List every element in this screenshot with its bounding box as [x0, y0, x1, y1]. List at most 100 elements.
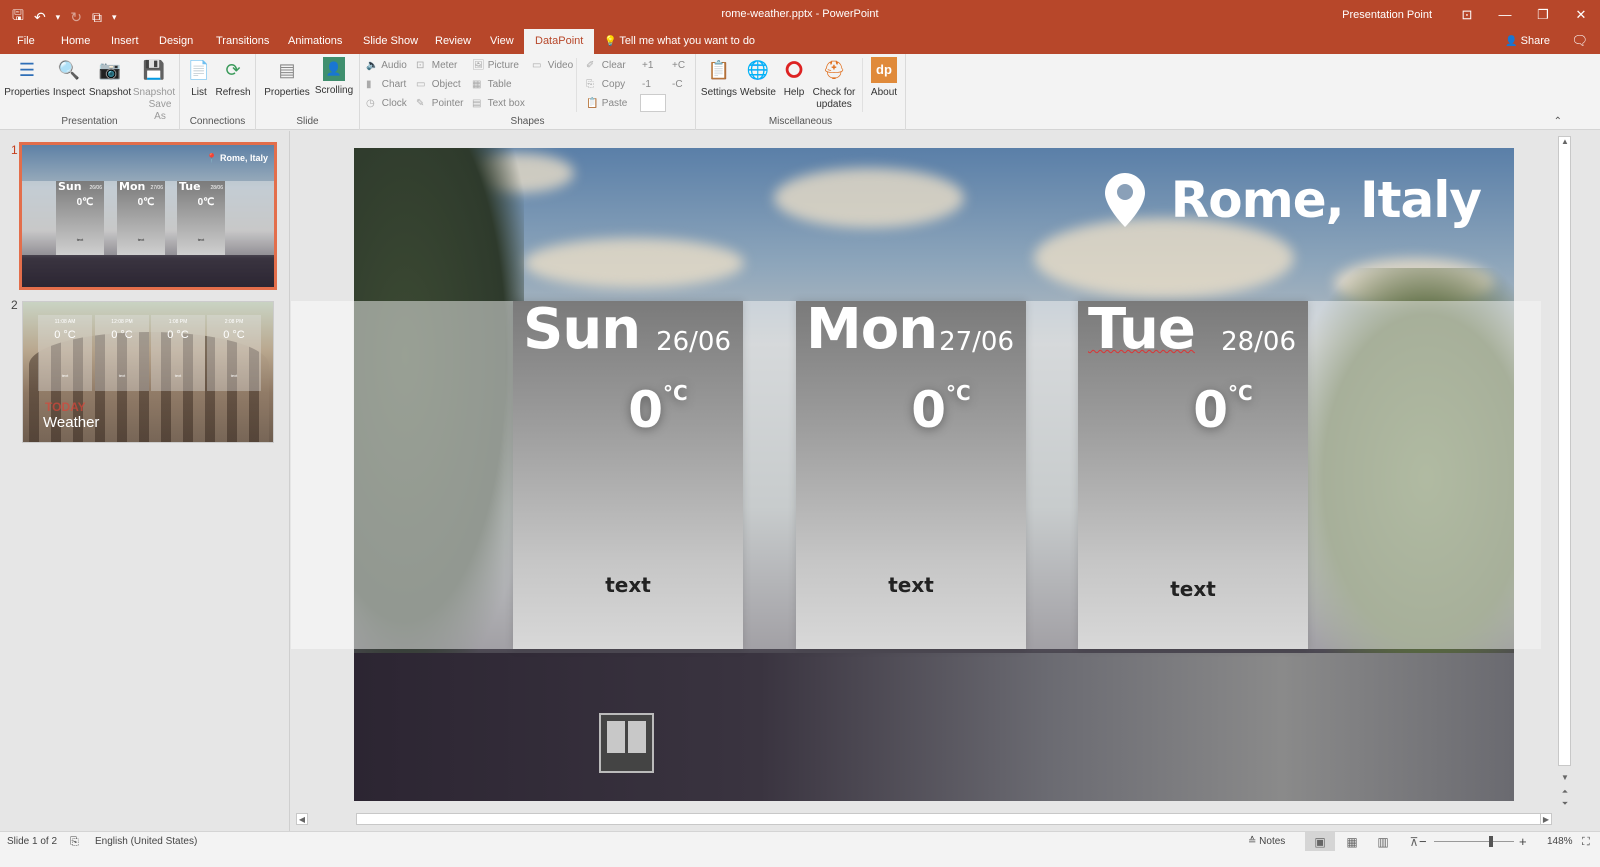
value-input-box[interactable] — [640, 94, 666, 112]
scroll-right-arrow-icon[interactable]: ▶ — [1540, 813, 1552, 825]
group-presentation: ☰ Properties 🔍 Inspect 📷 Snapshot 💾 Snap… — [0, 54, 180, 130]
decrement-button[interactable]: -1 — [642, 79, 651, 90]
share-button[interactable]: 👤 Share — [1505, 29, 1550, 54]
account-name[interactable]: Presentation Point — [1342, 9, 1432, 21]
notes-button[interactable]: ≙ Notes — [1248, 836, 1285, 847]
scroll-left-arrow-icon[interactable]: ◀ — [296, 813, 308, 825]
horizontal-scroll-thumb[interactable] — [356, 813, 1546, 825]
inspect-icon: 🔍 — [57, 60, 81, 80]
help-button[interactable]: ⭘ Help — [778, 57, 810, 99]
inspect-button[interactable]: 🔍 Inspect — [50, 57, 88, 99]
website-button[interactable]: 🌐 Website — [738, 57, 778, 99]
scroll-up-arrow-icon[interactable]: ▲ — [1559, 137, 1571, 146]
paste-button[interactable]: 📋 Paste — [586, 98, 627, 109]
day-card-tue[interactable]: Tue 28/06 0°C text — [1078, 297, 1308, 649]
tab-design[interactable]: Design — [150, 29, 202, 54]
tab-slide-show[interactable]: Slide Show — [354, 29, 427, 54]
table-button[interactable]: ▦ Table — [472, 79, 512, 90]
video-button[interactable]: ▭ Video — [532, 60, 573, 71]
thumbnail-hour-card: 12:08 PM 0 °C text — [95, 315, 149, 391]
tab-animations[interactable]: Animations — [279, 29, 351, 54]
copy-button[interactable]: ⎘ Copy — [586, 79, 625, 90]
check-for-updates-button[interactable]: ⛑ Check for updates — [810, 57, 858, 111]
tab-file[interactable]: File — [8, 29, 44, 54]
thumbnail-today-label: TODAY — [45, 400, 86, 414]
list-button[interactable]: 📄 List — [186, 57, 212, 99]
comments-icon[interactable]: 🗨 — [1571, 29, 1588, 54]
object-button[interactable]: ▭ Object — [416, 79, 461, 90]
scroll-down-arrow-icon[interactable]: ▼ — [1559, 773, 1571, 782]
previous-slide-icon[interactable]: ⏶ — [1559, 787, 1571, 797]
refresh-button[interactable]: ⟳ Refresh — [214, 57, 252, 99]
close-button[interactable]: ✕ — [1562, 7, 1600, 23]
hard-hat-icon: ⛑ — [822, 60, 846, 80]
tab-transitions[interactable]: Transitions — [207, 29, 278, 54]
temp-value: 0 — [1193, 381, 1229, 439]
thumbnail-text: text — [137, 237, 145, 242]
list-icon: 📄 — [187, 60, 211, 80]
slide-thumbnail-1[interactable]: 📍 Rome, Italy Sun 26/06 0℃ text Mon 27/0… — [19, 142, 277, 290]
presentation-properties-button[interactable]: ☰ Properties — [4, 57, 50, 99]
zoom-level[interactable]: 148% — [1547, 836, 1573, 847]
thumbnail-date: 27/06 — [150, 185, 163, 191]
copy-icon: ⎘ — [586, 79, 594, 90]
meter-button[interactable]: ⊡ Meter — [416, 60, 457, 71]
tab-datapoint[interactable]: DataPoint — [524, 29, 595, 54]
object-icon: ▭ — [416, 79, 426, 90]
tell-me-search[interactable]: 💡 Tell me what you want to do — [604, 29, 755, 54]
chart-icon: ▮ — [366, 79, 372, 90]
group-label: Slide — [296, 116, 319, 127]
ribbon-display-options-icon[interactable]: ⊡ — [1448, 7, 1486, 23]
slide-number: 2 — [11, 298, 18, 312]
increment-c-button[interactable]: +C — [672, 60, 685, 71]
normal-view-icon[interactable]: ▣ — [1305, 832, 1335, 852]
clock-button[interactable]: ◷ Clock — [366, 98, 407, 109]
decrement-c-button[interactable]: -C — [672, 79, 683, 90]
slide-editing-area: Sun 26/06 0°C text Mon 27/06 0°C text Tu… — [291, 131, 1553, 811]
scrolling-button[interactable]: 👤 Scrolling — [312, 57, 356, 97]
about-button[interactable]: dp About — [866, 57, 902, 99]
location-header[interactable]: Rome, Italy — [1104, 171, 1482, 229]
zoom-slider[interactable] — [1434, 836, 1514, 847]
vertical-scroll-track[interactable] — [1558, 136, 1571, 766]
thumbnail-day-card: Sun 26/06 0℃ text — [56, 180, 104, 255]
picture-icon: 🖼 — [472, 60, 485, 71]
clear-button[interactable]: ✐ Clear — [586, 60, 626, 71]
minimize-button[interactable]: — — [1486, 7, 1524, 22]
group-label: Connections — [189, 116, 246, 127]
tab-review[interactable]: Review — [426, 29, 480, 54]
restore-button[interactable]: ❐ — [1524, 7, 1562, 23]
spelling-check-icon[interactable]: ⎘ — [70, 836, 79, 849]
tab-view[interactable]: View — [481, 29, 523, 54]
day-card-sun[interactable]: Sun 26/06 0°C text — [513, 297, 743, 649]
snapshot-save-as-button[interactable]: 💾 Snapshot Save As — [132, 57, 176, 123]
audio-button[interactable]: 🔈 Audio — [366, 60, 407, 71]
slide-thumbnail-2[interactable]: 11:08 AM 0 °C text 12:08 PM 0 °C text 1:… — [22, 301, 274, 443]
button-label: Text box — [487, 98, 525, 109]
chart-button[interactable]: ▮ Chart — [366, 79, 406, 90]
snapshot-button[interactable]: 📷 Snapshot — [88, 57, 132, 99]
horizontal-scrollbar[interactable]: ◀ ▶ — [296, 811, 1552, 827]
text-box-button[interactable]: ▤ Text box — [472, 98, 525, 109]
day-temperature: 0°C — [796, 381, 1026, 439]
zoom-slider-thumb[interactable] — [1489, 836, 1493, 847]
zoom-out-button[interactable]: − — [1419, 834, 1427, 849]
slide-sorter-view-icon[interactable]: ▦ — [1337, 832, 1367, 852]
language-indicator[interactable]: English (United States) — [95, 836, 197, 847]
next-slide-icon[interactable]: ⏷ — [1559, 799, 1571, 809]
vertical-scrollbar[interactable]: ▲ ▼ ⏶ ⏷ — [1556, 131, 1572, 811]
picture-button[interactable]: 🖼 Picture — [472, 60, 519, 71]
tab-home[interactable]: Home — [52, 29, 99, 54]
reading-view-icon[interactable]: ▥ — [1368, 832, 1398, 852]
increment-button[interactable]: +1 — [642, 60, 653, 71]
settings-button[interactable]: 📋 Settings — [700, 57, 738, 99]
collapse-ribbon-icon[interactable]: ⌃ — [1554, 116, 1562, 127]
title-bar: 🖫 ↶ ▾ ↻ ⧉ ▾ rome-weather.pptx - PowerPoi… — [0, 0, 1600, 29]
day-name: Mon — [806, 297, 938, 362]
pointer-button[interactable]: ✎ Pointer — [416, 98, 463, 109]
zoom-in-button[interactable]: + — [1519, 834, 1527, 849]
slide-properties-button[interactable]: ▤ Properties — [264, 57, 310, 99]
day-card-mon[interactable]: Mon 27/06 0°C text — [796, 297, 1026, 649]
tab-insert[interactable]: Insert — [102, 29, 148, 54]
fit-slide-icon[interactable]: ⛶ — [1582, 836, 1590, 849]
